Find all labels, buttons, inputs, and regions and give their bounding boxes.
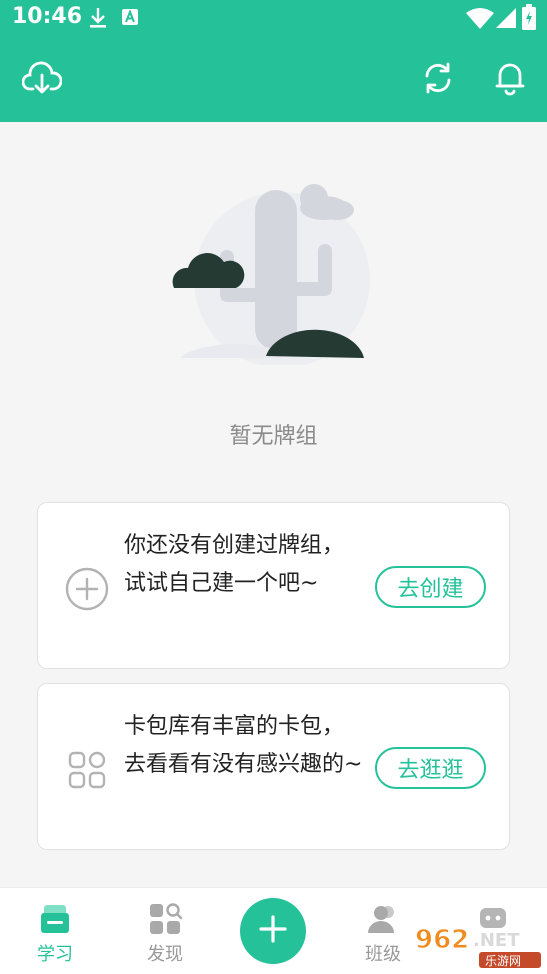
signal-icon bbox=[496, 8, 516, 32]
sync-icon bbox=[421, 61, 455, 99]
top-toolbar bbox=[0, 38, 547, 122]
battery-icon bbox=[522, 4, 536, 34]
a-badge-icon bbox=[121, 8, 139, 30]
create-deck-button[interactable]: 去创建 bbox=[375, 566, 486, 608]
browse-library-button[interactable]: 去逛逛 bbox=[375, 747, 486, 789]
notification-button[interactable] bbox=[488, 58, 532, 102]
browse-library-card: 卡包库有丰富的卡包，去看看有没有感兴趣的~ 去逛逛 bbox=[37, 683, 510, 850]
status-time: 10:46 bbox=[12, 4, 83, 29]
nav-label-discover: 发现 bbox=[147, 944, 183, 965]
empty-state-text: 暂无牌组 bbox=[229, 424, 318, 449]
status-bar: 10:46 bbox=[0, 0, 547, 38]
sync-button[interactable] bbox=[416, 58, 460, 102]
browse-library-text: 卡包库有丰富的卡包，去看看有没有感兴趣的~ bbox=[124, 714, 363, 777]
svg-text:962: 962 bbox=[415, 925, 469, 955]
add-icon bbox=[258, 914, 288, 948]
watermark-logo: 962 .NET 乐游网 bbox=[413, 922, 543, 970]
svg-text:.NET: .NET bbox=[473, 930, 520, 951]
discover-icon bbox=[148, 902, 183, 936]
svg-text:乐游网: 乐游网 bbox=[485, 954, 521, 968]
plus-circle-icon bbox=[64, 566, 110, 612]
study-icon bbox=[38, 902, 72, 936]
cloud-download-button[interactable] bbox=[20, 58, 64, 102]
cloud-download-icon bbox=[21, 61, 63, 99]
create-deck-card: 你还没有创建过牌组，试试自己建一个吧~ 去创建 bbox=[37, 502, 510, 669]
wifi-icon bbox=[466, 7, 494, 33]
grid-icon bbox=[64, 747, 110, 793]
create-deck-text: 你还没有创建过牌组，试试自己建一个吧~ bbox=[124, 533, 345, 596]
nav-item-discover[interactable]: 发现 bbox=[110, 888, 220, 974]
empty-illustration bbox=[172, 180, 372, 368]
add-button[interactable] bbox=[240, 898, 306, 964]
download-icon bbox=[88, 6, 108, 34]
nav-item-study[interactable]: 学习 bbox=[0, 888, 110, 974]
class-icon bbox=[366, 902, 400, 936]
nav-label-study: 学习 bbox=[37, 944, 73, 965]
bell-icon bbox=[495, 60, 525, 100]
